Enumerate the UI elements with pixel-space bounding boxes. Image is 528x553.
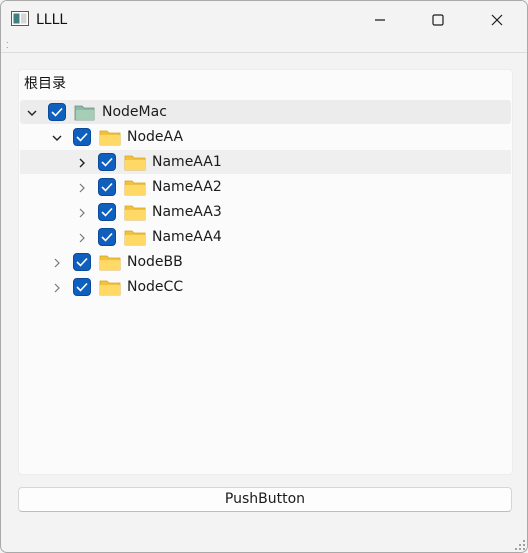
tree-item-label: NodeBB: [127, 254, 183, 270]
chevron-right-icon[interactable]: [76, 207, 88, 219]
checkbox[interactable]: [98, 203, 116, 221]
tree-item-nodemac[interactable]: NodeMac: [20, 100, 511, 124]
checkmark-icon: [101, 182, 113, 192]
title-bar[interactable]: LLLL: [1, 1, 527, 39]
folder-icon: [124, 155, 146, 171]
chevron-down-icon[interactable]: [51, 132, 63, 144]
tree-item-label: NameAA2: [152, 179, 222, 195]
checkbox[interactable]: [73, 278, 91, 296]
checkbox[interactable]: [73, 128, 91, 146]
window-title: LLLL: [36, 12, 68, 28]
tree-item-label: NodeCC: [127, 279, 184, 295]
tree-item-label: NameAA4: [152, 229, 222, 245]
folder-icon: [124, 180, 146, 196]
checkmark-icon: [76, 257, 88, 267]
tree-item-nameaa3[interactable]: NameAA3: [20, 200, 511, 224]
checkbox[interactable]: [73, 253, 91, 271]
tree-item-nameaa2[interactable]: NameAA2: [20, 175, 511, 199]
toolbar-grip-icon[interactable]: ⁚: [6, 42, 9, 50]
tree-item-label: NameAA1: [152, 154, 222, 170]
checkmark-icon: [76, 132, 88, 142]
tree-item-label: NameAA3: [152, 204, 222, 220]
close-icon: [491, 14, 503, 26]
tree-item-nodebb[interactable]: NodeBB: [20, 250, 511, 274]
size-grip-icon[interactable]: [515, 540, 525, 550]
tree-item-nodeaa[interactable]: NodeAA: [20, 125, 511, 149]
checkmark-icon: [51, 107, 63, 117]
tree-item-label: NodeAA: [127, 129, 184, 145]
checkmark-icon: [101, 232, 113, 242]
folder-icon: [99, 255, 121, 271]
checkbox[interactable]: [98, 228, 116, 246]
tree-item-nameaa1[interactable]: NameAA1: [20, 150, 511, 174]
checkbox[interactable]: [98, 178, 116, 196]
tree-item-nameaa4[interactable]: NameAA4: [20, 225, 511, 249]
checkbox[interactable]: [48, 103, 66, 121]
minimize-icon: [375, 19, 385, 21]
menu-bar: ⁚: [1, 39, 527, 53]
tree-view[interactable]: 根目录 NodeMac NodeAA NameAA1 NameAA2 NameA…: [18, 69, 513, 475]
chevron-right-icon[interactable]: [76, 182, 88, 194]
folder-icon: [99, 130, 121, 146]
checkmark-icon: [76, 282, 88, 292]
maximize-button[interactable]: [409, 1, 467, 39]
tree-header: 根目录: [24, 76, 66, 92]
chevron-right-icon[interactable]: [76, 232, 88, 244]
chevron-right-icon[interactable]: [51, 282, 63, 294]
checkmark-icon: [101, 207, 113, 217]
checkmark-icon: [101, 157, 113, 167]
folder-icon: [124, 205, 146, 221]
app-icon: [11, 11, 29, 26]
maximize-icon: [432, 14, 444, 26]
minimize-button[interactable]: [351, 1, 409, 39]
chevron-right-icon[interactable]: [51, 257, 63, 269]
tree-item-nodecc[interactable]: NodeCC: [20, 275, 511, 299]
chevron-down-icon[interactable]: [26, 107, 38, 119]
folder-icon: [99, 280, 121, 296]
main-window: LLLL ⁚ 根目录 NodeMac NodeAA NameAA1 NameAA…: [0, 0, 528, 553]
tree-item-label: NodeMac: [102, 104, 167, 120]
chevron-right-icon[interactable]: [76, 157, 88, 169]
folder-icon: [124, 230, 146, 246]
checkbox[interactable]: [98, 153, 116, 171]
close-button[interactable]: [468, 1, 526, 39]
folder-open-icon: [74, 105, 95, 121]
push-button[interactable]: PushButton: [18, 487, 512, 512]
